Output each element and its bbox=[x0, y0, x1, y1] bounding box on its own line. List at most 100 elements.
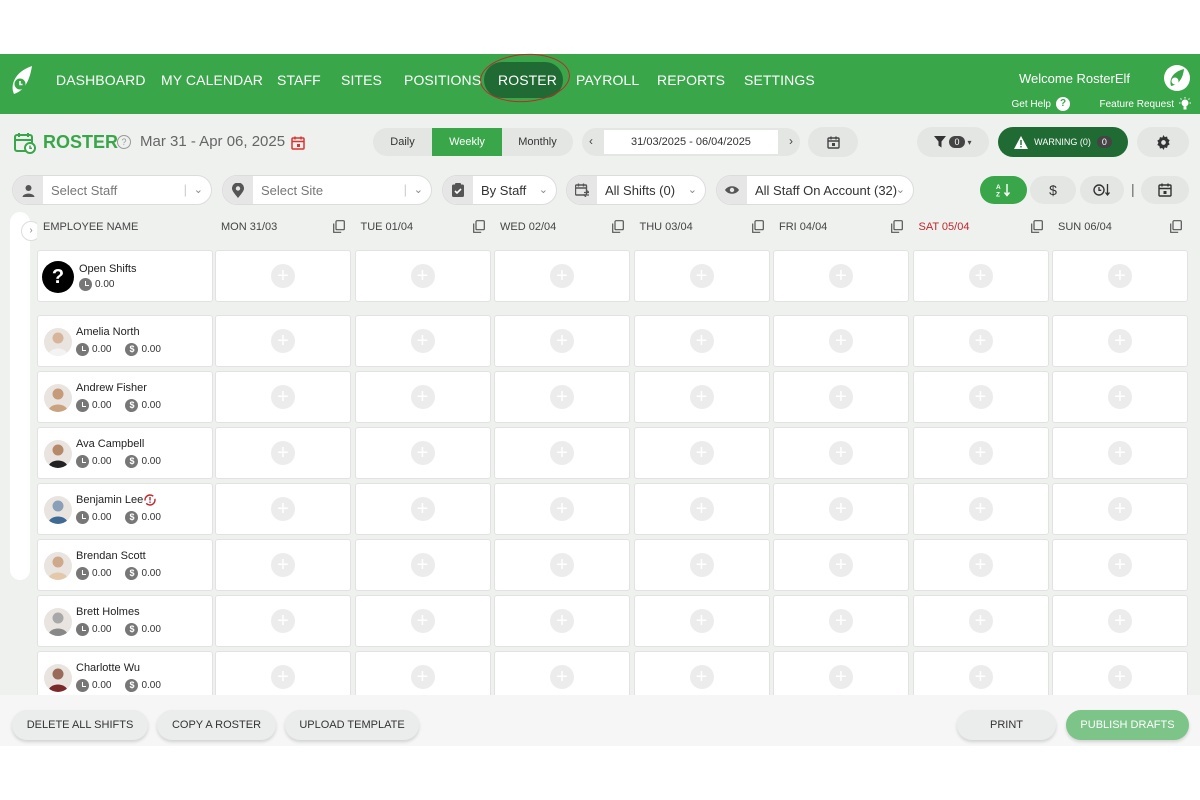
add-shift-icon[interactable]: + bbox=[1108, 264, 1132, 288]
shift-cell[interactable]: + bbox=[773, 371, 909, 423]
add-shift-icon[interactable]: + bbox=[689, 385, 714, 409]
add-shift-icon[interactable]: + bbox=[968, 441, 993, 465]
shift-cell[interactable]: + bbox=[773, 427, 909, 479]
select-site-dropdown[interactable]: Select Site | ⌄ bbox=[222, 175, 432, 205]
add-shift-icon[interactable]: + bbox=[829, 665, 853, 689]
add-shift-icon[interactable]: + bbox=[550, 497, 574, 521]
employee-row[interactable]: Brett Holmes 0.00 $0.00 bbox=[37, 595, 213, 647]
view-weekly-button[interactable]: Weekly bbox=[432, 128, 502, 156]
add-shift-icon[interactable]: + bbox=[550, 264, 574, 288]
shift-cell[interactable]: + bbox=[494, 539, 630, 591]
add-shift-icon[interactable]: + bbox=[410, 385, 435, 409]
add-shift-icon[interactable]: + bbox=[689, 441, 714, 465]
add-shift-icon[interactable]: + bbox=[689, 264, 714, 288]
shift-cell[interactable]: + bbox=[633, 483, 770, 535]
info-icon[interactable]: ? bbox=[117, 135, 131, 149]
shift-cell[interactable]: + bbox=[633, 427, 770, 479]
open-shifts-row[interactable]: ? Open Shifts 0.00 bbox=[37, 250, 213, 302]
shift-cell[interactable]: + bbox=[354, 483, 491, 535]
shift-cell[interactable]: + bbox=[1052, 250, 1188, 302]
shift-cell[interactable]: + bbox=[494, 250, 630, 302]
shift-cell[interactable]: + bbox=[633, 539, 770, 591]
staff-visibility-dropdown[interactable]: All Staff On Account (32) ⌄ bbox=[716, 175, 914, 205]
calendar-view-button[interactable] bbox=[1141, 176, 1189, 204]
add-shift-icon[interactable]: + bbox=[271, 497, 295, 521]
shift-cell[interactable]: + bbox=[354, 427, 491, 479]
add-shift-icon[interactable]: + bbox=[271, 385, 295, 409]
add-shift-icon[interactable]: + bbox=[829, 553, 853, 577]
add-shift-icon[interactable]: + bbox=[271, 441, 295, 465]
shift-cell[interactable]: + bbox=[354, 315, 491, 367]
copy-day-icon[interactable] bbox=[1170, 220, 1182, 233]
nav-my-calendar[interactable]: MY CALENDAR bbox=[161, 72, 263, 88]
shift-cell[interactable]: + bbox=[633, 371, 770, 423]
shift-cell[interactable]: + bbox=[1052, 483, 1188, 535]
add-shift-icon[interactable]: + bbox=[968, 264, 993, 288]
feature-request-link[interactable]: Feature Request bbox=[1100, 97, 1193, 111]
shift-cell[interactable]: + bbox=[773, 595, 909, 647]
add-shift-icon[interactable]: + bbox=[689, 609, 714, 633]
add-shift-icon[interactable]: + bbox=[410, 497, 435, 521]
prev-week-icon[interactable]: ‹ bbox=[589, 134, 593, 148]
shift-cell[interactable]: + bbox=[215, 371, 351, 423]
view-monthly-button[interactable]: Monthly bbox=[502, 128, 573, 156]
add-shift-icon[interactable]: + bbox=[550, 665, 574, 689]
add-shift-icon[interactable]: + bbox=[1108, 497, 1132, 521]
add-shift-icon[interactable]: + bbox=[550, 385, 574, 409]
shift-cell[interactable]: + bbox=[912, 539, 1049, 591]
add-shift-icon[interactable]: + bbox=[829, 609, 853, 633]
shift-cell[interactable]: + bbox=[912, 315, 1049, 367]
shift-cell[interactable]: + bbox=[494, 315, 630, 367]
nav-roster[interactable]: ROSTER bbox=[498, 72, 557, 88]
add-shift-icon[interactable]: + bbox=[968, 609, 993, 633]
nav-staff[interactable]: STAFF bbox=[277, 72, 321, 88]
nav-positions[interactable]: POSITIONS bbox=[404, 72, 481, 88]
shift-cell[interactable]: + bbox=[1052, 539, 1188, 591]
add-shift-icon[interactable]: + bbox=[1108, 609, 1132, 633]
add-shift-icon[interactable]: + bbox=[410, 264, 435, 288]
hours-sort-button[interactable] bbox=[1080, 176, 1124, 204]
add-shift-icon[interactable]: + bbox=[271, 329, 295, 353]
shift-filter-dropdown[interactable]: All Shifts (0) ⌄ bbox=[566, 175, 706, 205]
shift-cell[interactable]: + bbox=[215, 539, 351, 591]
shift-cell[interactable]: + bbox=[354, 595, 491, 647]
add-shift-icon[interactable]: + bbox=[271, 665, 295, 689]
add-shift-icon[interactable]: + bbox=[689, 329, 714, 353]
get-help-link[interactable]: Get Help ? bbox=[1012, 97, 1070, 111]
employee-row[interactable]: Andrew Fisher 0.00 $0.00 bbox=[37, 371, 213, 423]
employee-row[interactable]: Ava Campbell 0.00 $0.00 bbox=[37, 427, 213, 479]
add-shift-icon[interactable]: + bbox=[829, 264, 853, 288]
shift-cell[interactable]: + bbox=[912, 250, 1049, 302]
copy-day-icon[interactable] bbox=[333, 220, 345, 233]
add-shift-icon[interactable]: + bbox=[410, 609, 435, 633]
nav-settings[interactable]: SETTINGS bbox=[744, 72, 815, 88]
copy-day-icon[interactable] bbox=[612, 220, 624, 233]
copy-roster-button[interactable]: COPY A ROSTER bbox=[157, 710, 276, 740]
shift-cell[interactable]: + bbox=[354, 250, 491, 302]
add-shift-icon[interactable]: + bbox=[968, 329, 993, 353]
shift-cell[interactable]: + bbox=[215, 250, 351, 302]
shift-cell[interactable]: + bbox=[912, 595, 1049, 647]
add-shift-icon[interactable]: + bbox=[550, 609, 574, 633]
group-by-dropdown[interactable]: By Staff ⌄ bbox=[442, 175, 557, 205]
shift-cell[interactable]: + bbox=[1052, 315, 1188, 367]
add-shift-icon[interactable]: + bbox=[1108, 553, 1132, 577]
shift-cell[interactable]: + bbox=[633, 315, 770, 367]
shift-cell[interactable]: + bbox=[1052, 427, 1188, 479]
add-shift-icon[interactable]: + bbox=[1108, 329, 1132, 353]
nav-sites[interactable]: SITES bbox=[341, 72, 382, 88]
employee-row[interactable]: Benjamin Lee 0.00 $0.00 bbox=[37, 483, 213, 535]
select-staff-dropdown[interactable]: Select Staff | ⌄ bbox=[12, 175, 212, 205]
add-shift-icon[interactable]: + bbox=[271, 264, 295, 288]
warning-button[interactable]: WARNING (0) 0 bbox=[998, 127, 1128, 157]
add-shift-icon[interactable]: + bbox=[689, 497, 714, 521]
add-shift-icon[interactable]: + bbox=[968, 497, 993, 521]
add-shift-icon[interactable]: + bbox=[968, 385, 993, 409]
copy-day-icon[interactable] bbox=[751, 220, 764, 233]
shift-cell[interactable]: + bbox=[773, 483, 909, 535]
add-shift-icon[interactable]: + bbox=[1108, 441, 1132, 465]
shift-cell[interactable]: + bbox=[494, 483, 630, 535]
shift-cell[interactable]: + bbox=[773, 315, 909, 367]
rosterelf-logo-icon[interactable] bbox=[8, 64, 36, 98]
copy-day-icon[interactable] bbox=[1030, 220, 1043, 233]
